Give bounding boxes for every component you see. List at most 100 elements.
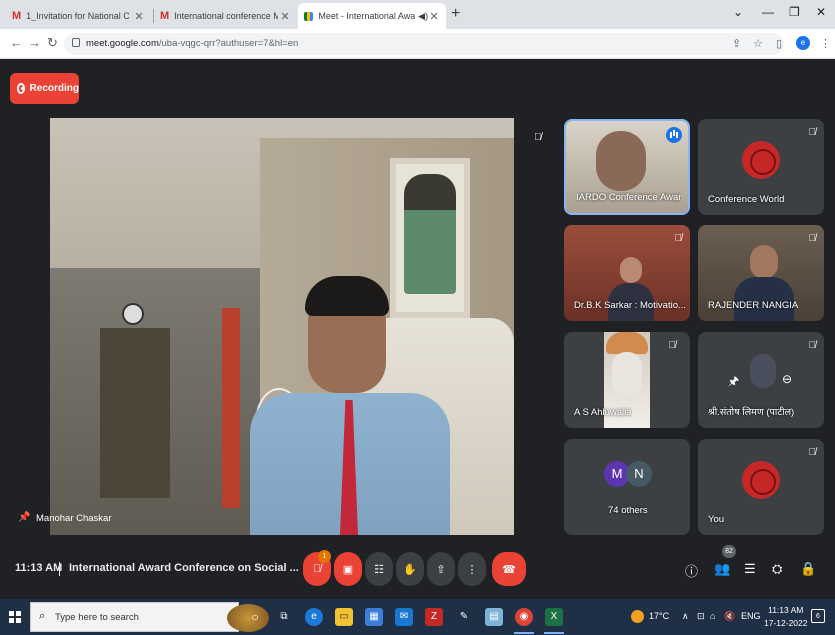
forward-arrow-icon[interactable]: →	[28, 35, 41, 50]
search-placeholder: Type here to search	[55, 612, 139, 623]
excel-icon[interactable]: X	[545, 608, 563, 626]
mic-off-icon: 🎙̸	[808, 127, 817, 138]
host-controls-icon[interactable]: 🔒	[800, 561, 816, 577]
taskbar-search[interactable]: ⌕ Type here to search	[30, 602, 269, 632]
address-bar[interactable]: meet.google.com/uba-vqgc-qrr?authuser=7&…	[64, 33, 784, 55]
speaking-indicator-icon	[666, 127, 682, 143]
participant-tile-self[interactable]: 🎙̸ You	[698, 439, 824, 535]
people-icon[interactable]: 👥	[714, 561, 730, 577]
taskbar-clock[interactable]: 11:13 AM 17-12-2022	[764, 604, 807, 630]
close-icon[interactable]: ✕	[132, 10, 146, 23]
minimize-icon[interactable]: —	[762, 5, 774, 19]
meeting-title: International Award Conference on Social…	[69, 562, 299, 574]
chevron-down-icon[interactable]: ⌄	[733, 5, 743, 19]
url-text[interactable]: meet.google.com/uba-vqgc-qrr?authuser=7&…	[86, 38, 298, 49]
participant-tile[interactable]: 🎙̸ Conference World	[698, 119, 824, 215]
edge-icon[interactable]: e	[305, 608, 323, 626]
weather-icon[interactable]	[631, 610, 644, 623]
present-button[interactable]: ⇧	[427, 552, 455, 586]
participant-photo	[750, 354, 776, 388]
raise-hand-button[interactable]: ✋	[396, 552, 424, 586]
profile-avatar[interactable]: e	[796, 36, 810, 50]
close-icon[interactable]: ✕	[278, 10, 292, 23]
participant-tile[interactable]: IARDO Conference Awar	[564, 119, 690, 215]
language-indicator[interactable]: ENG	[741, 611, 761, 621]
back-arrow-icon[interactable]: ←	[10, 35, 23, 50]
mic-off-icon: 🎙̸	[808, 233, 817, 244]
new-tab-icon[interactable]: +	[451, 5, 460, 23]
participant-name: RAJENDER NANGIA	[708, 300, 799, 311]
speaker-icon[interactable]: ◀)	[418, 11, 428, 22]
participant-face	[620, 257, 642, 283]
participant-tile[interactable]: 🎙̸ A S Ahluwalia	[564, 332, 690, 428]
camera-button[interactable]: ▣	[334, 552, 362, 586]
participant-tile-others[interactable]: M N 74 others	[564, 439, 690, 535]
windows-start-icon[interactable]	[9, 611, 21, 623]
participant-name: You	[708, 514, 725, 525]
recording-indicator[interactable]: Recording	[10, 73, 79, 104]
reload-icon[interactable]: ↻	[47, 35, 58, 51]
store-icon[interactable]: ▦	[365, 608, 383, 626]
more-options-icon[interactable]: ⋮	[820, 37, 831, 50]
hang-up-icon: ☎	[502, 563, 516, 576]
gmail-icon: M	[160, 10, 170, 22]
video-door	[100, 328, 170, 498]
leave-call-button[interactable]: ☎	[492, 552, 526, 586]
pin-icon[interactable]: 🖈	[728, 372, 739, 393]
captions-button[interactable]: ☷	[365, 552, 393, 586]
tab-title: Meet - International Award C	[318, 11, 416, 21]
network-icon[interactable]: ⌂	[710, 611, 715, 621]
record-icon	[17, 83, 25, 94]
chat-icon[interactable]: ☰	[744, 561, 756, 577]
tab-gmail-invitation[interactable]: M 1_Invitation for National Confere ✕	[6, 3, 152, 29]
tab-gmail-conference-mail[interactable]: M International conference Mail ✕	[154, 3, 298, 29]
close-icon[interactable]: ✕	[428, 10, 440, 23]
activities-icon[interactable]: ⛭	[772, 561, 782, 577]
participant-name: A S Ahluwalia	[574, 407, 632, 418]
camera-off-icon: ▣	[342, 563, 354, 576]
tray-icon[interactable]: ⊡	[697, 611, 705, 622]
side-panel-icon[interactable]: ▯	[776, 37, 782, 50]
file-explorer-icon[interactable]: ▭	[335, 608, 353, 626]
temperature[interactable]: 17°C	[649, 611, 669, 621]
tree-logo-icon	[742, 141, 780, 179]
people-count-badge: 82	[722, 545, 736, 558]
participant-name: 74 others	[608, 505, 648, 516]
restore-icon[interactable]: ❐	[789, 5, 800, 19]
chrome-icon[interactable]: ◉	[515, 608, 533, 626]
more-options-button[interactable]: ⋮	[458, 552, 486, 586]
main-speaker-name: Manohar Chaskar	[36, 512, 112, 524]
volume-mute-icon[interactable]: 🔇	[724, 611, 735, 622]
chevron-up-icon[interactable]: ∧	[682, 611, 689, 622]
recording-label: Recording	[29, 83, 79, 94]
screen: M 1_Invitation for National Confere ✕ M …	[0, 0, 835, 635]
notes-icon[interactable]: ▤	[485, 608, 503, 626]
participant-tile[interactable]: 🎙̸ Dr.B.K Sarkar : Motivatio...	[564, 225, 690, 321]
cortana-icon[interactable]: ○	[246, 608, 264, 626]
participant-tile[interactable]: 🖈 ⊖ 🎙̸ श्री.संतोष लिमण (पाटील)	[698, 332, 824, 428]
bookmark-star-icon[interactable]: ☆	[753, 37, 763, 50]
meeting-time: 11:13 AM	[15, 562, 63, 574]
mic-off-icon: 🎙̸	[674, 233, 683, 244]
video-portrait-frame	[390, 158, 470, 318]
tab-meet[interactable]: Meet - International Award C ◀) ✕	[298, 3, 446, 29]
pin-icon[interactable]: 📌	[18, 512, 30, 524]
participant-tile[interactable]: 🎙̸ RAJENDER NANGIA	[698, 225, 824, 321]
captions-icon: ☷	[374, 563, 384, 576]
mail-icon[interactable]: ✉	[395, 608, 413, 626]
url-host: meet.google.com	[86, 38, 159, 49]
app-icon[interactable]: ✎	[455, 608, 473, 626]
close-window-icon[interactable]: ✕	[816, 5, 826, 19]
windows-taskbar: ⌕ Type here to search ○ ⧉ e ▭ ▦ ✉ Z ✎ ▤ …	[0, 599, 835, 635]
task-view-icon[interactable]: ⧉	[275, 608, 293, 626]
more-vertical-icon: ⋮	[466, 563, 478, 576]
filezilla-icon[interactable]: Z	[425, 608, 443, 626]
lock-icon[interactable]	[72, 38, 80, 47]
video-person-hair	[305, 276, 389, 316]
info-icon[interactable]: ⓘ	[685, 561, 698, 580]
remove-icon[interactable]: ⊖	[782, 372, 792, 386]
meet-control-bar: 11:13 AM International Award Conference …	[0, 545, 835, 599]
notifications-icon[interactable]: 6	[811, 609, 825, 623]
share-icon[interactable]: ⇪	[732, 37, 741, 50]
main-speaker-video[interactable]	[50, 118, 514, 535]
